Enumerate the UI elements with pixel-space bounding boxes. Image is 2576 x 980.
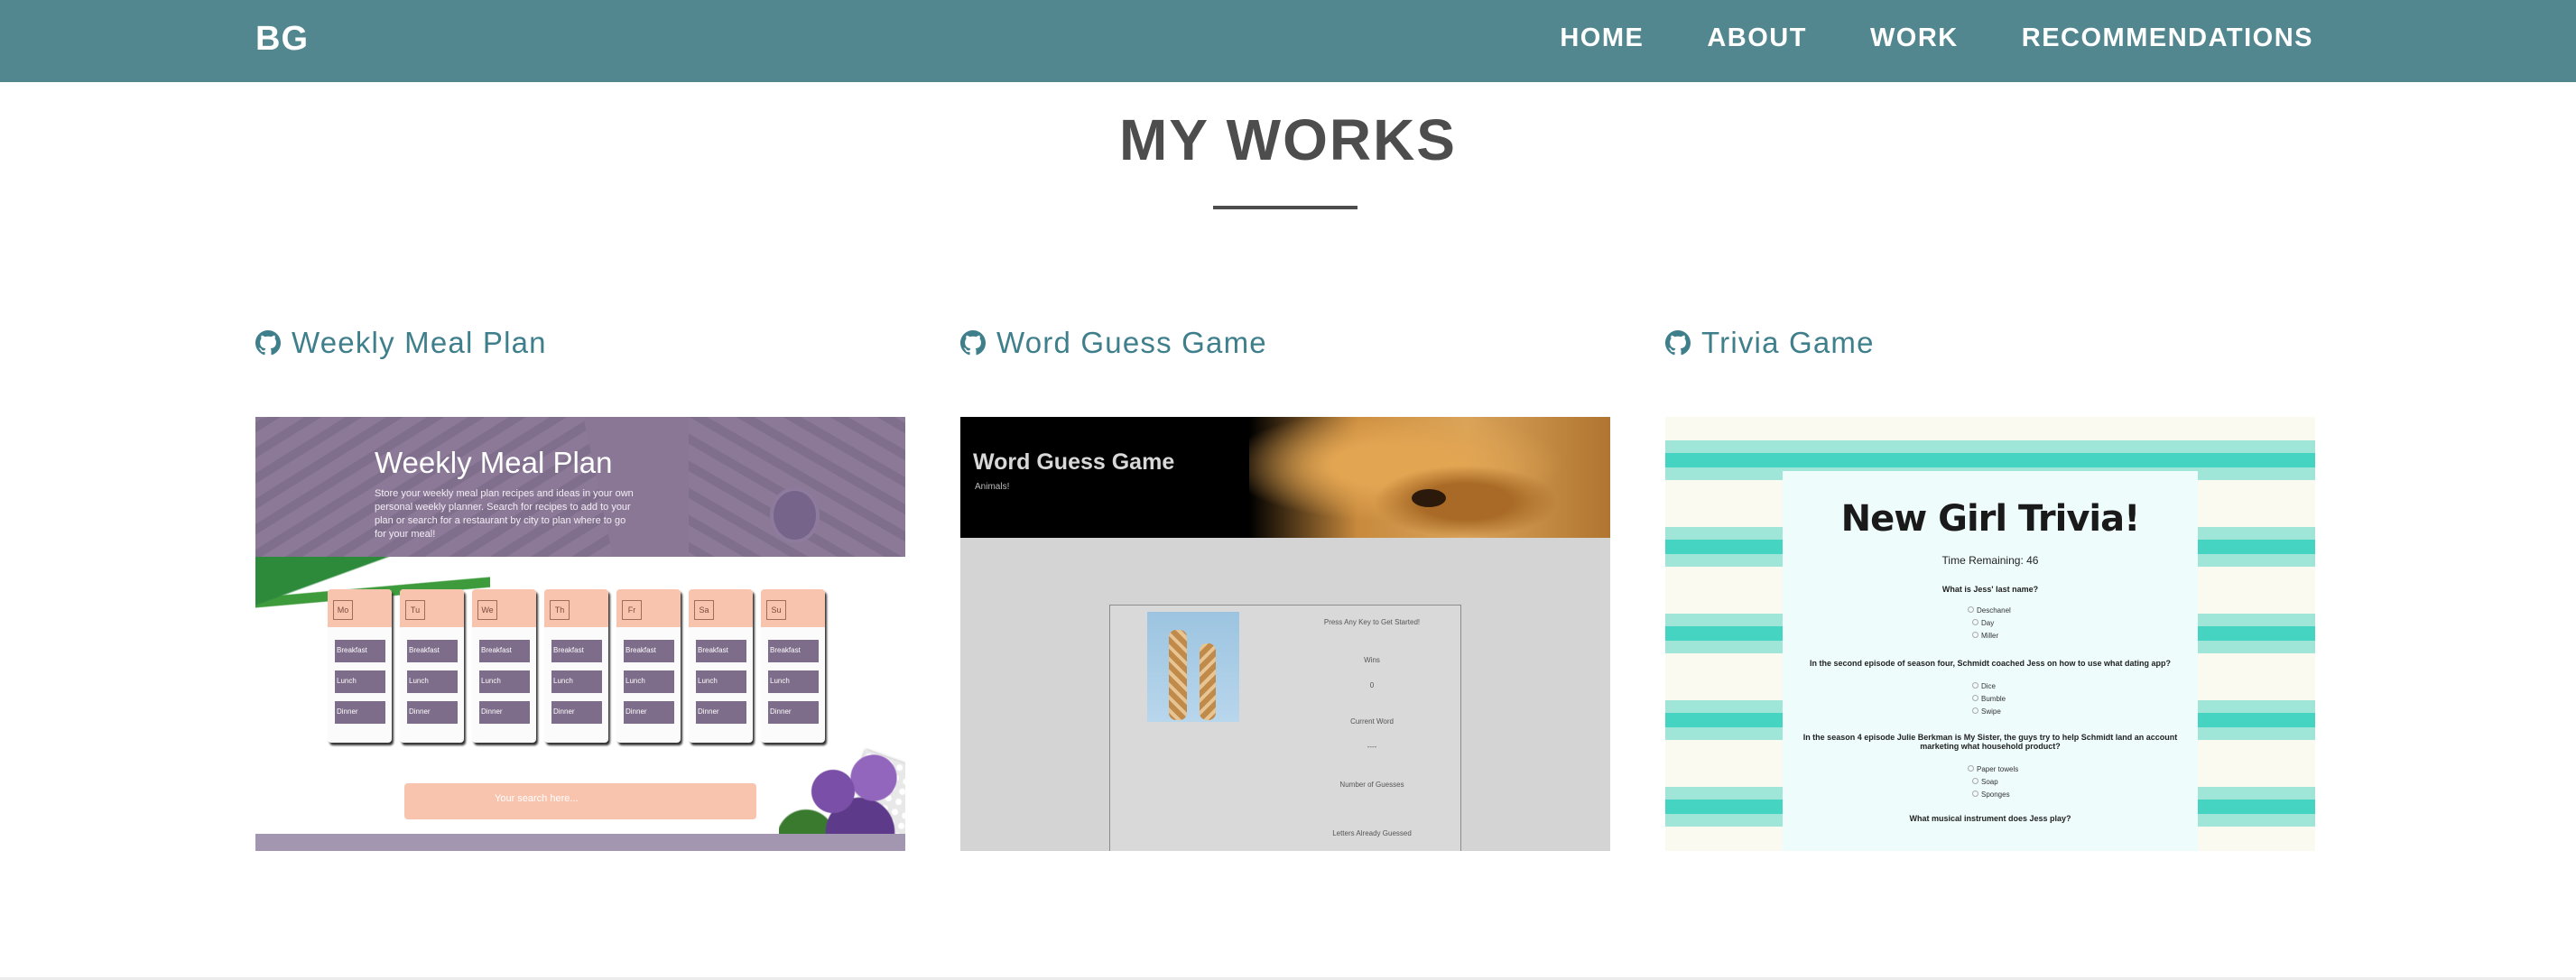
meal-slot: Breakfast: [768, 640, 819, 662]
game-panel: Press Any Key to Get Started! Wins 0 Cur…: [1109, 605, 1461, 851]
answer-option: Day: [1972, 619, 1994, 627]
answer-option: Soap: [1972, 778, 1998, 786]
project-title: Trivia Game: [1701, 326, 1875, 359]
thumb-title: Weekly Meal Plan: [375, 446, 613, 479]
game-text: 0: [1369, 681, 1375, 689]
thumb-header: Weekly Meal Plan Store your weekly meal …: [255, 417, 905, 557]
day-label: Mo: [333, 600, 353, 620]
nav-home[interactable]: HOME: [1560, 23, 1644, 53]
project-card-word-guess: Word Guess Game Word Guess Game Animals!…: [960, 325, 1610, 851]
game-text: Current Word: [1350, 717, 1394, 726]
project-title: Word Guess Game: [996, 326, 1267, 359]
project-link-word-guess[interactable]: Word Guess Game: [960, 325, 1610, 361]
answer-option: Sponges: [1972, 790, 2010, 799]
timer-text: Time Remaining: 46: [1941, 554, 2039, 567]
thumb-header: Word Guess Game Animals!: [960, 417, 1610, 538]
project-link-trivia[interactable]: Trivia Game: [1665, 325, 2315, 361]
lion-eye: [1412, 489, 1446, 507]
meal-slot: Lunch: [335, 670, 385, 693]
project-card-trivia: Trivia Game New Girl Trivia! Time Remain…: [1665, 325, 2315, 851]
thumb-title: New Girl Trivia!: [1840, 498, 2141, 540]
cup-decoration: [770, 487, 820, 543]
day-card: Fr Breakfast Lunch Dinner: [616, 589, 681, 743]
meal-slot: Breakfast: [696, 640, 746, 662]
day-card: Th Breakfast Lunch Dinner: [544, 589, 608, 743]
meal-slot: Lunch: [479, 670, 530, 693]
game-text: ----: [1367, 743, 1377, 751]
lion-image: [1249, 417, 1610, 538]
meal-slot: Breakfast: [407, 640, 458, 662]
answer-option: Deschanel: [1968, 606, 2011, 615]
game-text: Letters Already Guessed: [1332, 829, 1412, 837]
day-card: Sa Breakfast Lunch Dinner: [689, 589, 753, 743]
meal-slot: Dinner: [768, 701, 819, 724]
meal-slot: Dinner: [624, 701, 674, 724]
question-text: What is Jess' last name?: [1941, 585, 2039, 594]
answer-option: Bumble: [1972, 695, 2006, 703]
project-thumbnail-word-guess[interactable]: Word Guess Game Animals! Press Any Key t…: [960, 417, 1610, 851]
answer-option: Swipe: [1972, 707, 2001, 716]
answer-option: Dice: [1972, 682, 1996, 690]
giraffe-image: [1147, 612, 1239, 722]
thumb-body: Press Any Key to Get Started! Wins 0 Cur…: [960, 538, 1610, 851]
meal-slot: Breakfast: [479, 640, 530, 662]
day-card: Mo Breakfast Lunch Dinner: [328, 589, 392, 743]
meal-slot: Lunch: [407, 670, 458, 693]
section-title: MY WORKS: [1119, 107, 1457, 172]
game-text: Press Any Key to Get Started!: [1323, 618, 1421, 626]
navbar: BG HOME ABOUT WORK RECOMMENDATIONS: [0, 0, 2576, 82]
brand-logo[interactable]: BG: [255, 20, 309, 59]
thumb-search-bar: Your search here...: [404, 783, 756, 819]
game-text: Number of Guesses: [1339, 781, 1404, 789]
thumb-subtitle: Store your weekly meal plan recipes and …: [375, 488, 634, 540]
title-divider: [1213, 206, 1357, 209]
meal-slot: Dinner: [407, 701, 458, 724]
day-label: Sa: [694, 600, 714, 620]
meal-slot: Lunch: [551, 670, 602, 693]
day-label: Th: [550, 600, 570, 620]
thumb-subtitle: Animals!: [975, 482, 1010, 492]
meal-slot: Dinner: [551, 701, 602, 724]
question-text: In the season 4 episode Julie Berkman is…: [1802, 733, 2178, 751]
day-label: Fr: [622, 600, 642, 620]
nav-recommendations[interactable]: RECOMMENDATIONS: [2022, 23, 2313, 53]
day-label: We: [477, 600, 497, 620]
meal-slot: Breakfast: [551, 640, 602, 662]
day-columns: Mo Breakfast Lunch Dinner Tu Breakfast L…: [328, 589, 825, 743]
answer-option: Miller: [1972, 632, 1998, 640]
github-icon: [960, 330, 986, 356]
project-thumbnail-meal-plan[interactable]: Weekly Meal Plan Store your weekly meal …: [255, 417, 905, 851]
day-label: Su: [766, 600, 786, 620]
trivia-card: New Girl Trivia! Time Remaining: 46 What…: [1783, 471, 2198, 851]
meal-slot: Lunch: [768, 670, 819, 693]
meal-slot: Lunch: [696, 670, 746, 693]
meal-slot: Dinner: [696, 701, 746, 724]
nav-work[interactable]: WORK: [1870, 23, 1959, 53]
thumb-title: Word Guess Game: [973, 449, 1175, 475]
meal-slot: Breakfast: [624, 640, 674, 662]
meal-slot: Breakfast: [335, 640, 385, 662]
project-thumbnail-trivia[interactable]: New Girl Trivia! Time Remaining: 46 What…: [1665, 417, 2315, 851]
answer-option: Paper towels: [1968, 765, 2018, 773]
flower-decoration: [779, 724, 905, 851]
day-card: We Breakfast Lunch Dinner: [472, 589, 536, 743]
thumb-footer-strip: [255, 834, 905, 851]
day-card: Tu Breakfast Lunch Dinner: [400, 589, 464, 743]
question-text: In the second episode of season four, Sc…: [1809, 659, 2172, 668]
project-link-meal-plan[interactable]: Weekly Meal Plan: [255, 325, 905, 361]
github-icon: [1665, 330, 1691, 356]
question-text: What musical instrument does Jess play?: [1909, 814, 2071, 823]
day-label: Tu: [405, 600, 425, 620]
project-card-meal-plan: Weekly Meal Plan Weekly Meal Plan Store …: [255, 325, 905, 851]
github-icon: [255, 330, 281, 356]
meal-slot: Dinner: [335, 701, 385, 724]
nav-about[interactable]: ABOUT: [1707, 23, 1807, 53]
meal-slot: Lunch: [624, 670, 674, 693]
project-title: Weekly Meal Plan: [292, 326, 547, 359]
meal-slot: Dinner: [479, 701, 530, 724]
nav-menu: HOME ABOUT WORK RECOMMENDATIONS: [1560, 23, 2313, 53]
day-card: Su Breakfast Lunch Dinner: [761, 589, 825, 743]
game-text: Wins: [1364, 656, 1380, 664]
